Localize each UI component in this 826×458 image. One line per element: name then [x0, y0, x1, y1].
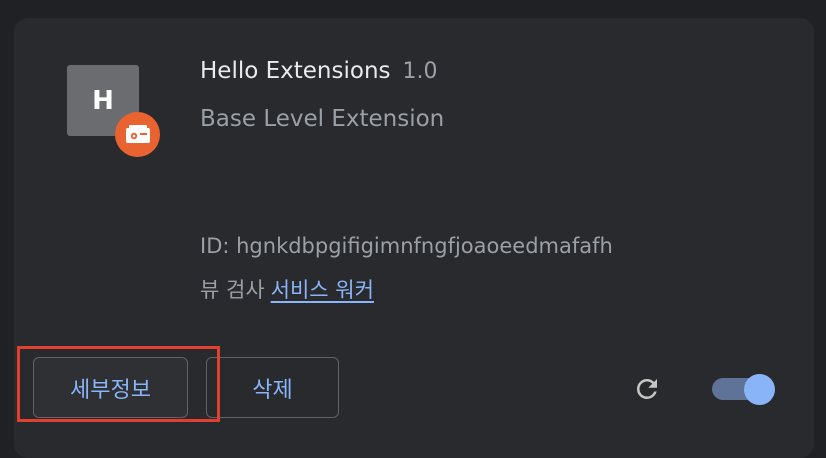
extension-name: Hello Extensions: [200, 58, 391, 84]
extension-version: 1.0: [402, 59, 438, 84]
extension-icon-letter: H: [92, 85, 114, 116]
service-worker-link[interactable]: 서비스 워커: [271, 278, 374, 302]
service-worker-badge-icon: [115, 112, 160, 157]
extension-id: ID: hgnkdbpgifigimnfngfjoaoeedmafafh: [200, 234, 613, 258]
remove-button[interactable]: 삭제: [206, 357, 339, 418]
reload-icon[interactable]: [630, 372, 664, 406]
extension-title-row: Hello Extensions 1.0: [200, 58, 438, 84]
toggle-knob: [744, 374, 775, 405]
enable-toggle[interactable]: [712, 374, 776, 405]
inspect-views-label: 뷰 검사: [200, 278, 265, 302]
inspect-views-row: 뷰 검사 서비스 워커: [200, 274, 374, 304]
extension-description: Base Level Extension: [200, 106, 445, 132]
details-button[interactable]: 세부정보: [33, 357, 188, 418]
